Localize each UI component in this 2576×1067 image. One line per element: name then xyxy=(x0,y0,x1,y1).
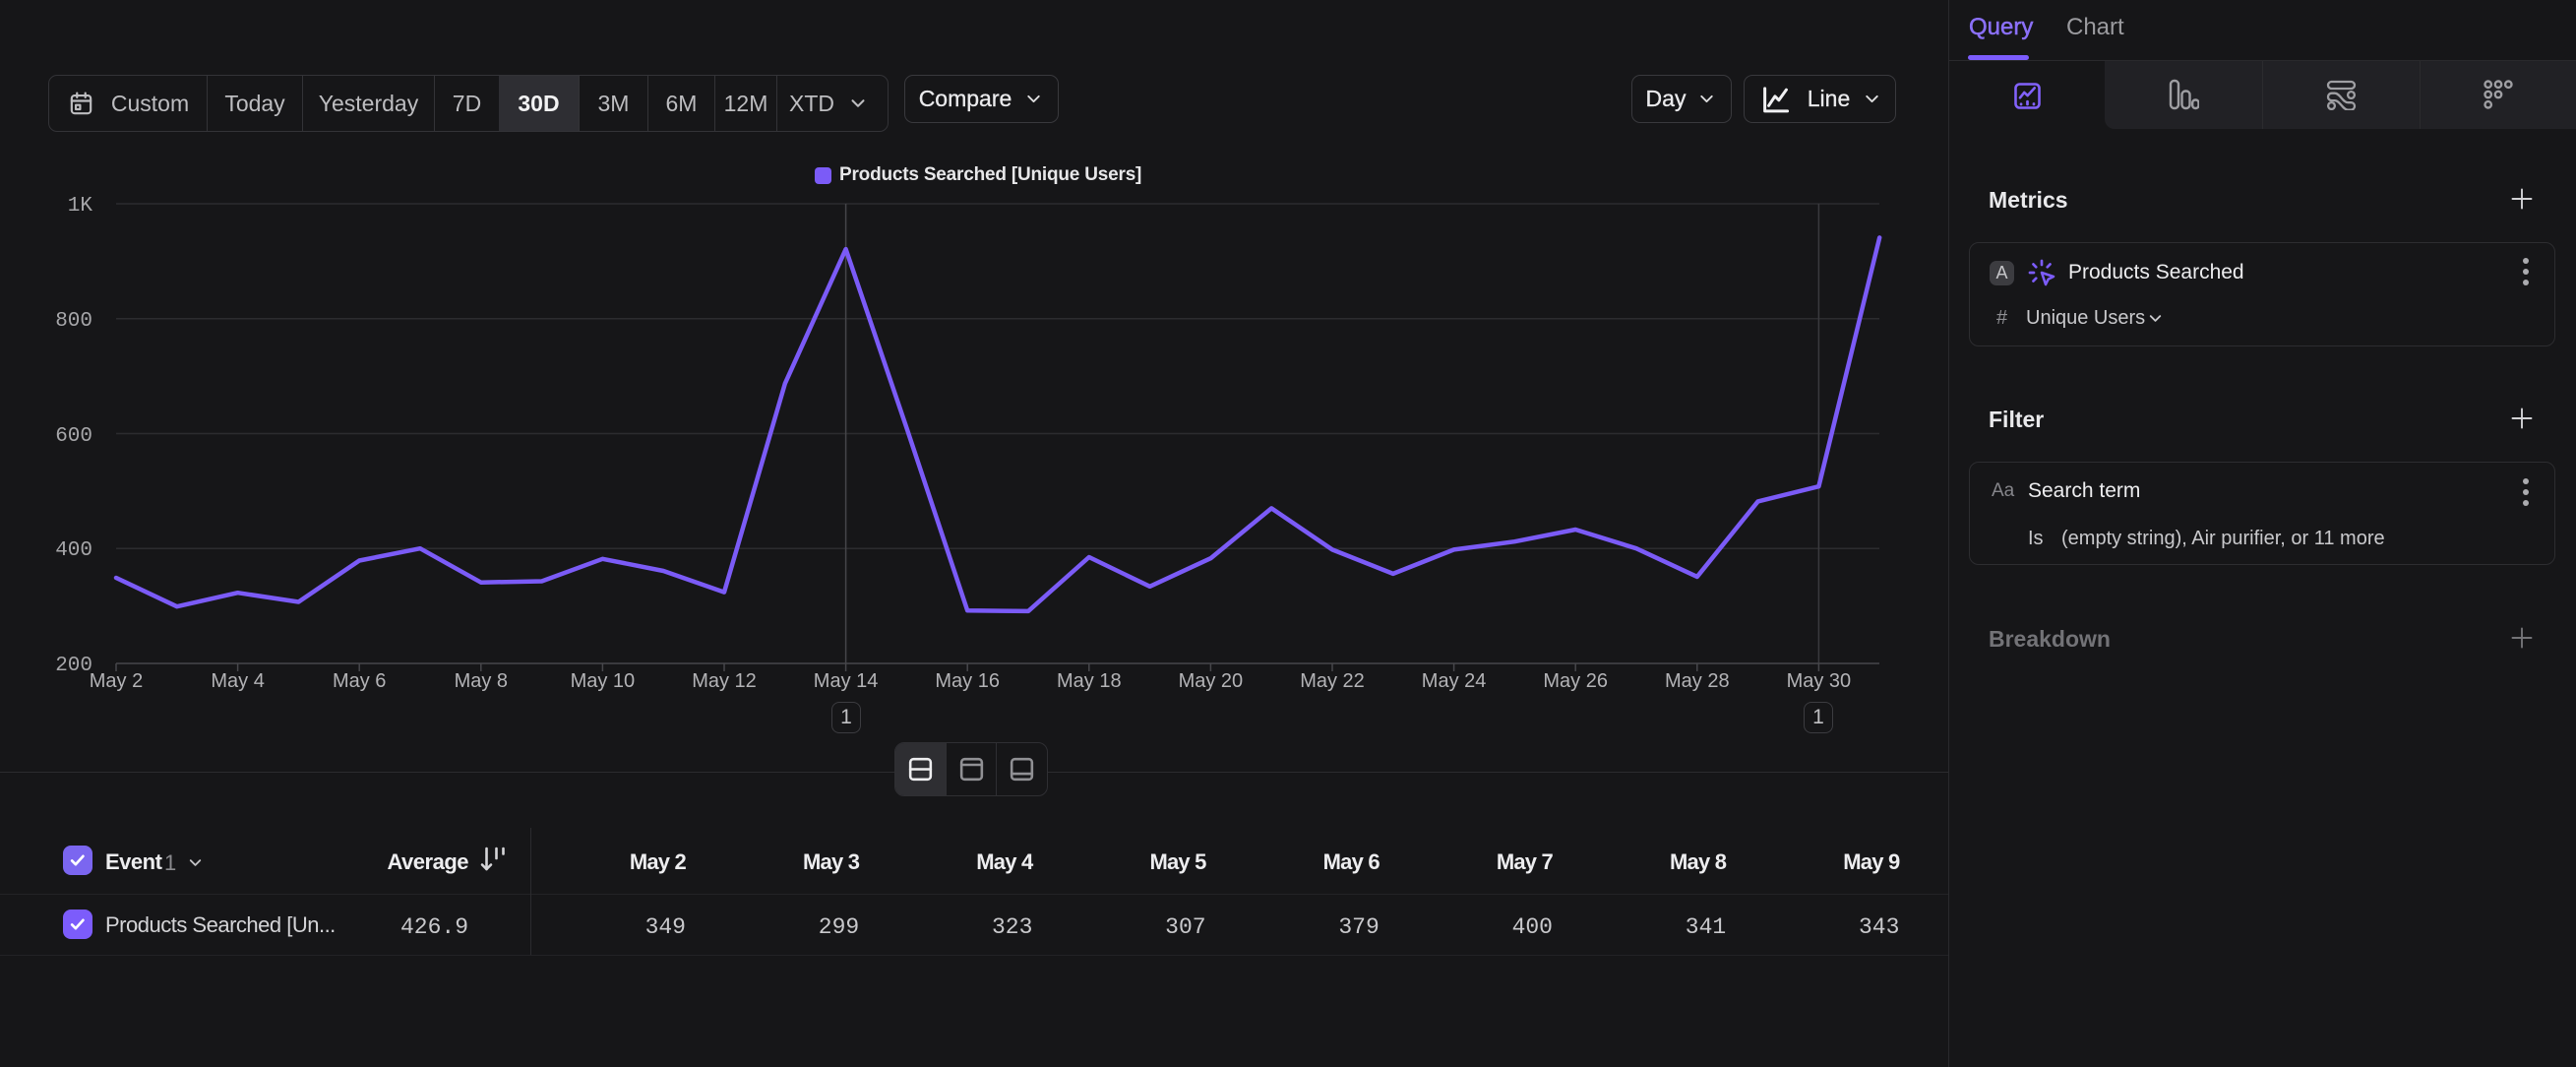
svg-text:May 20: May 20 xyxy=(1179,670,1244,692)
svg-text:1K: 1K xyxy=(68,195,93,218)
svg-text:600: 600 xyxy=(55,425,92,448)
svg-text:May 4: May 4 xyxy=(211,670,264,692)
svg-text:May 14: May 14 xyxy=(814,670,879,692)
svg-text:May 24: May 24 xyxy=(1422,670,1487,692)
svg-text:May 22: May 22 xyxy=(1300,670,1365,692)
svg-text:May 18: May 18 xyxy=(1057,670,1122,692)
svg-text:May 12: May 12 xyxy=(692,670,757,692)
svg-text:May 26: May 26 xyxy=(1543,670,1608,692)
svg-text:May 8: May 8 xyxy=(455,670,508,692)
svg-text:May 16: May 16 xyxy=(935,670,1000,692)
svg-text:May 2: May 2 xyxy=(90,670,143,692)
svg-text:400: 400 xyxy=(55,539,92,562)
svg-text:May 28: May 28 xyxy=(1665,670,1730,692)
svg-text:May 10: May 10 xyxy=(571,670,636,692)
svg-text:200: 200 xyxy=(55,655,92,677)
svg-text:800: 800 xyxy=(55,310,92,333)
svg-text:May 30: May 30 xyxy=(1787,670,1852,692)
svg-text:May 6: May 6 xyxy=(333,670,386,692)
